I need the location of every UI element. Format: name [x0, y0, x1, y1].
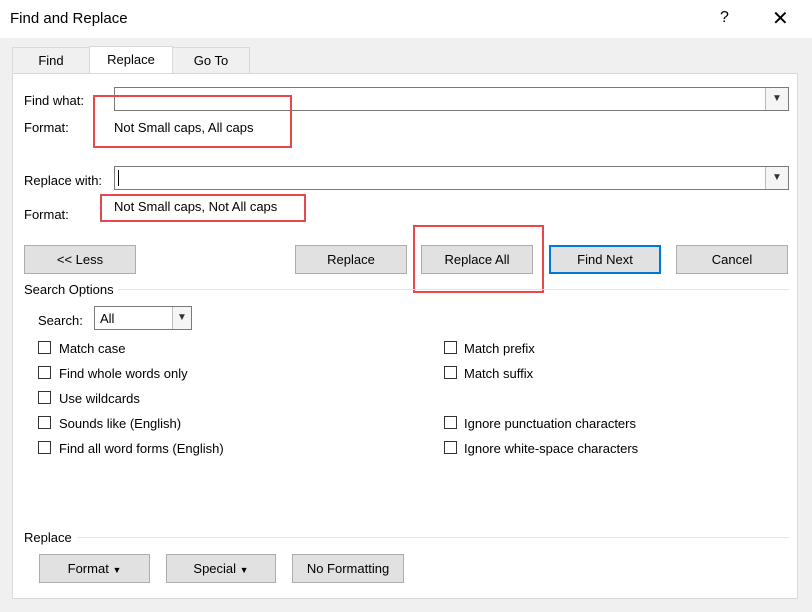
word-forms-checkbox[interactable]: [38, 441, 51, 454]
chevron-down-icon[interactable]: ▼: [765, 167, 788, 189]
ignore-whitespace-checkbox[interactable]: [444, 441, 457, 454]
match-prefix-checkbox[interactable]: [444, 341, 457, 354]
replace-format-label: Format:: [24, 207, 69, 222]
format-button[interactable]: Format ▼: [39, 554, 150, 583]
highlight-box: [413, 225, 544, 293]
special-button[interactable]: Special ▼: [166, 554, 276, 583]
format-button-label: Format: [67, 561, 109, 576]
text-caret: [118, 170, 119, 186]
tab-goto-label: Go To: [193, 53, 229, 68]
whole-words-checkbox[interactable]: [38, 366, 51, 379]
match-suffix-label: Match suffix: [464, 366, 534, 381]
replace-section-heading: Replace: [24, 530, 72, 545]
search-direction-select[interactable]: All ▼: [94, 306, 192, 330]
tab-replace-label: Replace: [107, 52, 155, 67]
separator: [78, 537, 789, 538]
sounds-like-label: Sounds like (English): [59, 416, 182, 431]
ignore-punctuation-checkbox[interactable]: [444, 416, 457, 429]
chevron-down-icon[interactable]: ▼: [765, 88, 788, 110]
help-icon[interactable]: ?: [720, 9, 729, 27]
find-next-button[interactable]: Find Next: [549, 245, 661, 274]
find-format-label: Format:: [24, 120, 69, 135]
highlight-box: [100, 194, 306, 222]
tab-find[interactable]: Find: [12, 47, 90, 73]
cancel-button[interactable]: Cancel: [676, 245, 788, 274]
find-what-label: Find what:: [24, 93, 84, 108]
match-prefix-label: Match prefix: [464, 341, 535, 356]
sounds-like-checkbox[interactable]: [38, 416, 51, 429]
tab-find-label: Find: [38, 53, 64, 68]
wildcards-checkbox[interactable]: [38, 391, 51, 404]
dropdown-triangle-icon: ▼: [239, 565, 249, 575]
special-button-label: Special: [193, 561, 237, 576]
match-case-label: Match case: [59, 341, 126, 356]
word-forms-label: Find all word forms (English): [59, 441, 224, 456]
close-icon[interactable]: ✕: [772, 6, 789, 31]
ignore-punctuation-label: Ignore punctuation characters: [464, 416, 636, 431]
chevron-down-icon[interactable]: ▼: [172, 307, 191, 329]
highlight-box: [93, 95, 292, 148]
replace-button[interactable]: Replace: [295, 245, 407, 274]
separator: [118, 289, 789, 290]
ignore-whitespace-label: Ignore white-space characters: [464, 441, 639, 456]
search-direction-value: All: [100, 311, 115, 326]
replace-with-input[interactable]: ▼: [114, 166, 789, 190]
whole-words-label: Find whole words only: [59, 366, 188, 381]
replace-panel: [12, 73, 798, 599]
tab-goto[interactable]: Go To: [172, 47, 250, 73]
window-title: Find and Replace: [10, 10, 128, 27]
match-case-checkbox[interactable]: [38, 341, 51, 354]
search-options-heading: Search Options: [24, 282, 114, 297]
match-suffix-checkbox[interactable]: [444, 366, 457, 379]
tab-replace[interactable]: Replace: [89, 46, 173, 73]
no-formatting-button[interactable]: No Formatting: [292, 554, 404, 583]
replace-with-label: Replace with:: [24, 173, 103, 188]
dropdown-triangle-icon: ▼: [112, 565, 122, 575]
less-button[interactable]: << Less: [24, 245, 136, 274]
search-direction-label: Search:: [38, 313, 83, 328]
wildcards-label: Use wildcards: [59, 391, 140, 406]
